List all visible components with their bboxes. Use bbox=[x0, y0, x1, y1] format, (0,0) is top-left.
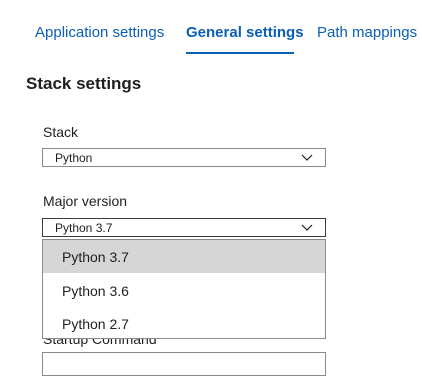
section-title: Stack settings bbox=[26, 74, 142, 93]
dropdown-option-python-2-7[interactable]: Python 2.7 bbox=[43, 307, 325, 340]
stack-label: Stack bbox=[43, 124, 79, 140]
dropdown-option-label: Python 3.6 bbox=[62, 283, 129, 299]
tab-application-settings[interactable]: Application settings bbox=[35, 24, 164, 41]
major-version-dropdown-list: Python 3.7 Python 3.6 Python 2.7 bbox=[42, 239, 326, 339]
tab-path-mappings[interactable]: Path mappings bbox=[317, 24, 417, 41]
tab-bar: Application settings General settings Pa… bbox=[0, 0, 422, 60]
dropdown-option-python-3-6[interactable]: Python 3.6 bbox=[43, 274, 325, 307]
active-tab-indicator bbox=[186, 52, 294, 54]
startup-command-input[interactable] bbox=[42, 352, 326, 376]
major-version-label: Major version bbox=[43, 193, 128, 209]
dropdown-option-python-3-7[interactable]: Python 3.7 bbox=[43, 240, 325, 273]
dropdown-option-label: Python 3.7 bbox=[62, 249, 129, 265]
general-settings-page: Application settings General settings Pa… bbox=[0, 0, 422, 379]
stack-select[interactable]: Python bbox=[42, 148, 326, 167]
major-version-select[interactable]: Python 3.7 bbox=[42, 218, 326, 237]
tab-general-settings[interactable]: General settings bbox=[186, 24, 304, 41]
dropdown-option-label: Python 2.7 bbox=[62, 316, 129, 332]
stack-select-value: Python bbox=[55, 151, 93, 165]
chevron-down-icon bbox=[301, 224, 313, 231]
chevron-down-icon bbox=[301, 154, 313, 161]
major-version-select-value: Python 3.7 bbox=[55, 221, 113, 235]
